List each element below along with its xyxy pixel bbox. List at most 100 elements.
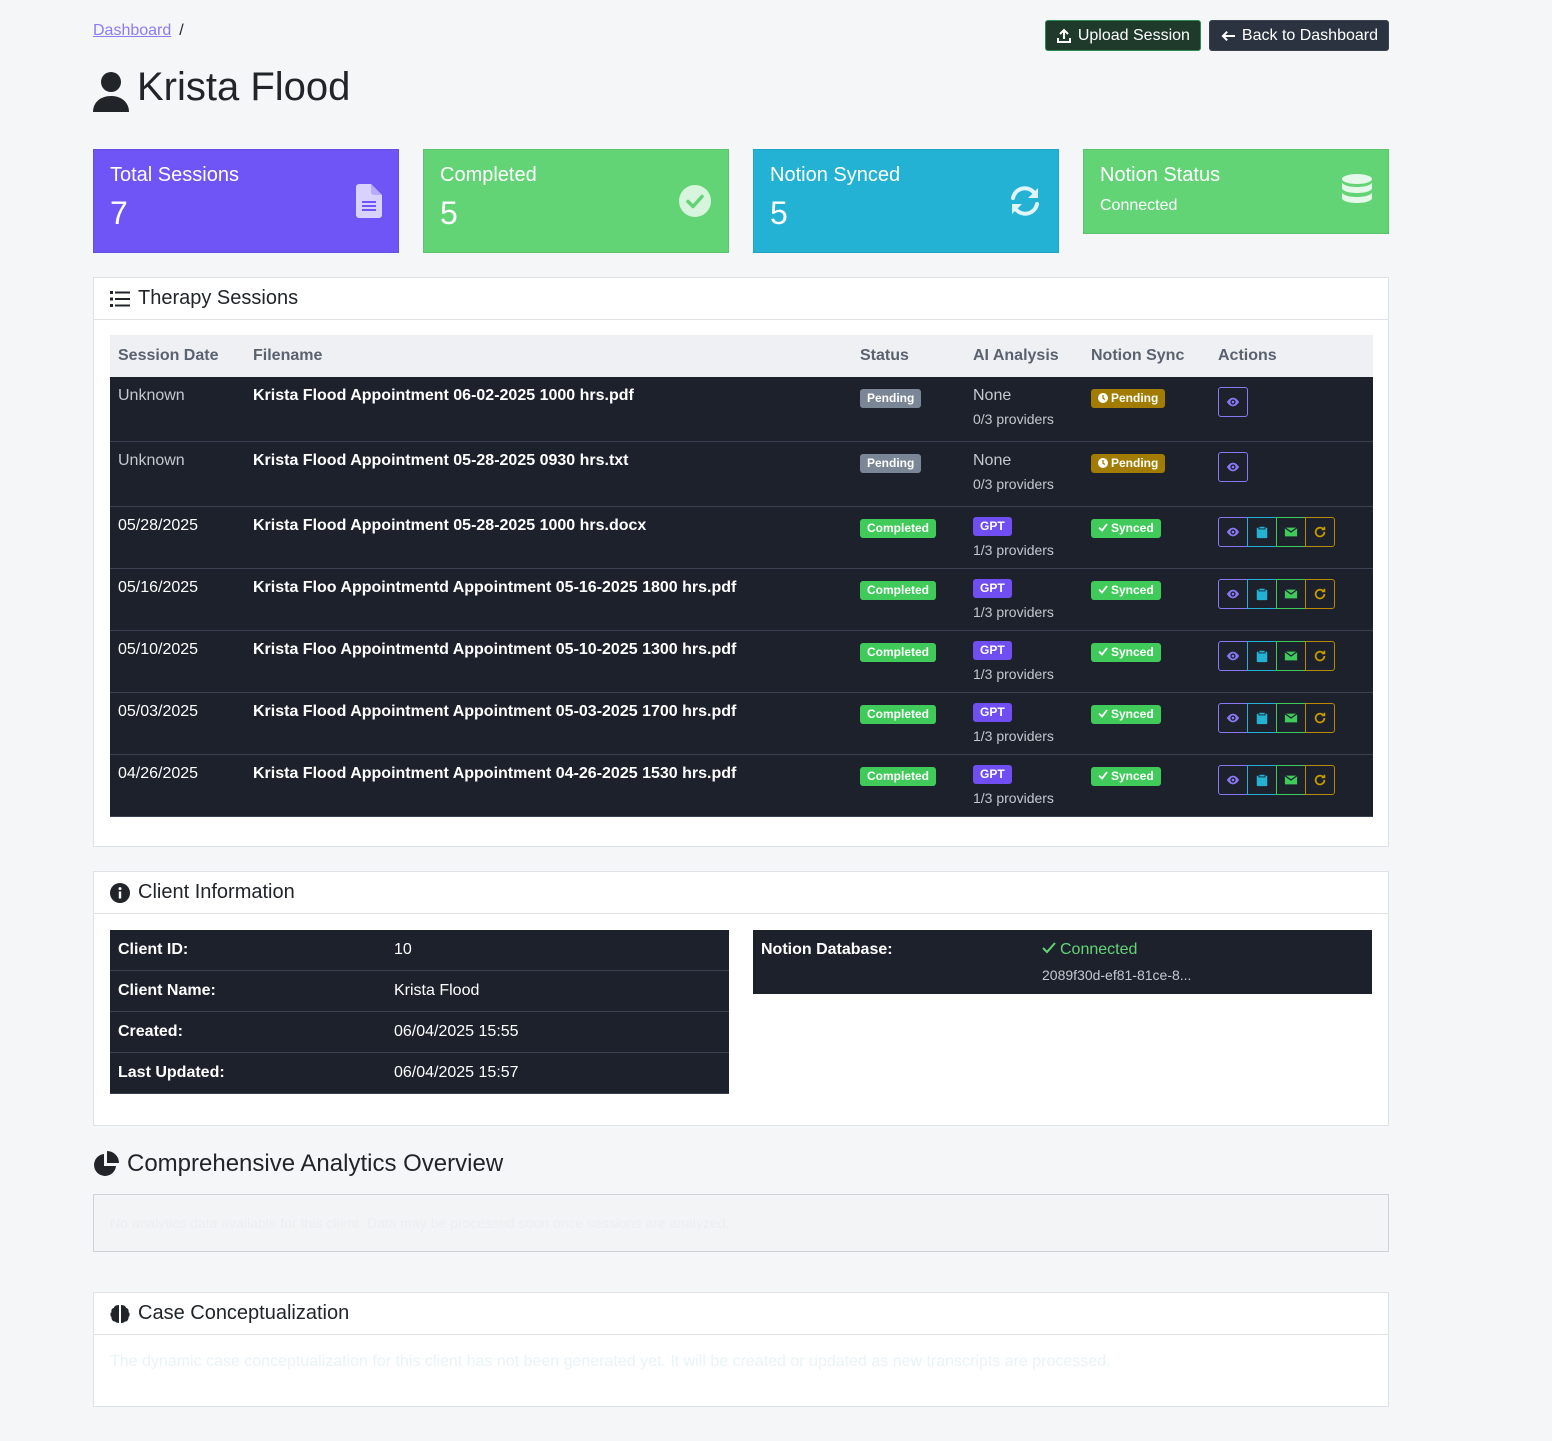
view-session-button[interactable] [1218,641,1248,671]
ai-analysis-value: None [973,452,1012,469]
analytics-title: Comprehensive Analytics Overview [93,1150,503,1178]
clipboard-icon [1255,649,1269,663]
status-badge: Completed [860,581,937,601]
session-filename: Krista Flood Appointment Appointment 04-… [253,765,737,782]
notion-database-table: Notion Database: Connected 2089f30d-ef81… [753,930,1372,994]
breadcrumb-dashboard-link[interactable]: Dashboard [93,22,171,39]
eye-icon [1226,711,1240,725]
providers-count: 1/3 providers [973,728,1054,745]
breadcrumb: Dashboard / [93,22,184,40]
check-icon [1098,521,1111,535]
upload-session-button[interactable]: Upload Session [1044,20,1201,51]
case-conceptualization-panel: Case Conceptualization The dynamic case … [93,1292,1389,1407]
email-button[interactable] [1276,579,1306,609]
ai-analysis-value: None [973,387,1012,404]
case-conceptualization-message: The dynamic case conceptualization for t… [110,1353,1111,1370]
clipboard-button[interactable] [1247,765,1277,795]
clock-icon [1098,391,1111,405]
view-session-button[interactable] [1218,517,1248,547]
stat-card-notion-status: Notion Status Connected [1083,149,1389,234]
session-date: 05/16/2025 [118,579,199,596]
ai-analysis-badge: GPT [973,765,1012,785]
notion-sync-text: Synced [1111,769,1154,783]
check-icon [1098,645,1111,659]
session-date: 05/28/2025 [118,517,199,534]
envelope-icon [1284,587,1298,601]
notion-sync-badge: Synced [1091,643,1161,663]
stat-value: 5 [440,195,458,231]
col-header: Filename [253,347,323,364]
status-badge: Pending [860,454,922,474]
view-session-button[interactable] [1218,703,1248,733]
user-icon [93,72,129,112]
back-to-dashboard-button[interactable]: Back to Dashboard [1208,20,1389,51]
table-row: Client Name: Krista Flood [110,971,729,1012]
status-badge: Completed [860,519,937,539]
reprocess-button[interactable] [1305,765,1335,795]
stats-row: Total Sessions 7 Completed 5 Notion Sync… [93,149,1389,253]
view-session-button[interactable] [1218,765,1248,795]
notion-database-label: Notion Database: [761,941,893,958]
col-header: AI Analysis [973,347,1059,364]
session-date: 04/26/2025 [118,765,199,782]
panel-title: Therapy Sessions [138,287,299,309]
check-icon [1098,769,1111,783]
providers-count: 0/3 providers [973,411,1054,427]
row-actions [1218,452,1373,482]
stat-label: Notion Synced [770,164,901,186]
check-icon [1098,583,1111,597]
reprocess-button[interactable] [1305,703,1335,733]
info-value: 10 [394,941,412,958]
notion-sync-badge: Synced [1091,581,1161,601]
sync-icon [1011,186,1039,216]
clipboard-button[interactable] [1247,641,1277,671]
eye-icon [1226,460,1240,474]
notion-sync-text: Synced [1111,645,1154,659]
col-header: Actions [1218,347,1277,364]
status-badge: Completed [860,767,937,787]
reprocess-button[interactable] [1305,641,1335,671]
reprocess-button[interactable] [1305,579,1335,609]
table-row: Unknown Krista Flood Appointment 06-02-2… [110,377,1373,442]
client-info-table: Client ID: 10 Client Name: Krista Flood Cr… [110,930,729,1094]
view-session-button[interactable] [1218,579,1248,609]
notion-sync-text: Synced [1111,583,1154,597]
view-session-button[interactable] [1218,452,1248,482]
database-icon [1342,174,1372,203]
status-badge: Completed [860,643,937,663]
notion-sync-text: Synced [1111,521,1154,535]
redo-icon [1313,649,1327,663]
arrow-left-icon [1221,30,1235,41]
session-date: Unknown [118,452,185,469]
session-filename: Krista Flood Appointment 06-02-2025 1000… [253,387,634,404]
email-button[interactable] [1276,517,1306,547]
clipboard-button[interactable] [1247,703,1277,733]
info-key: Client ID: [118,941,189,958]
notion-sync-badge: Synced [1091,519,1161,539]
view-session-button[interactable] [1218,387,1248,417]
row-actions [1218,765,1373,795]
email-button[interactable] [1276,641,1306,671]
email-button[interactable] [1276,703,1306,733]
col-header: Notion Sync [1091,347,1185,364]
reprocess-button[interactable] [1305,517,1335,547]
table-row: Unknown Krista Flood Appointment 05-28-2… [110,442,1373,507]
table-row: Created: 06/04/2025 15:55 [110,1012,729,1053]
check-icon [1042,942,1056,954]
ai-analysis-badge: GPT [973,517,1012,537]
notion-sync-text: Pending [1111,391,1159,405]
info-value: 06/04/2025 15:57 [394,1064,519,1081]
info-key: Client Name: [118,982,216,999]
row-actions [1218,517,1373,547]
stat-value: 5 [770,195,788,231]
session-filename: Krista Floo Appointmentd Appointment 05-… [253,579,737,596]
ai-analysis-badge: GPT [973,641,1012,661]
table-row: 05/16/2025 Krista Floo Appointmentd Appo… [110,569,1373,631]
email-button[interactable] [1276,765,1306,795]
panel-header: Case Conceptualization [94,1293,1388,1335]
clipboard-button[interactable] [1247,517,1277,547]
clipboard-button[interactable] [1247,579,1277,609]
notion-sync-text: Synced [1111,707,1154,721]
providers-count: 0/3 providers [973,476,1054,492]
session-filename: Krista Flood Appointment Appointment 05-… [253,703,737,720]
